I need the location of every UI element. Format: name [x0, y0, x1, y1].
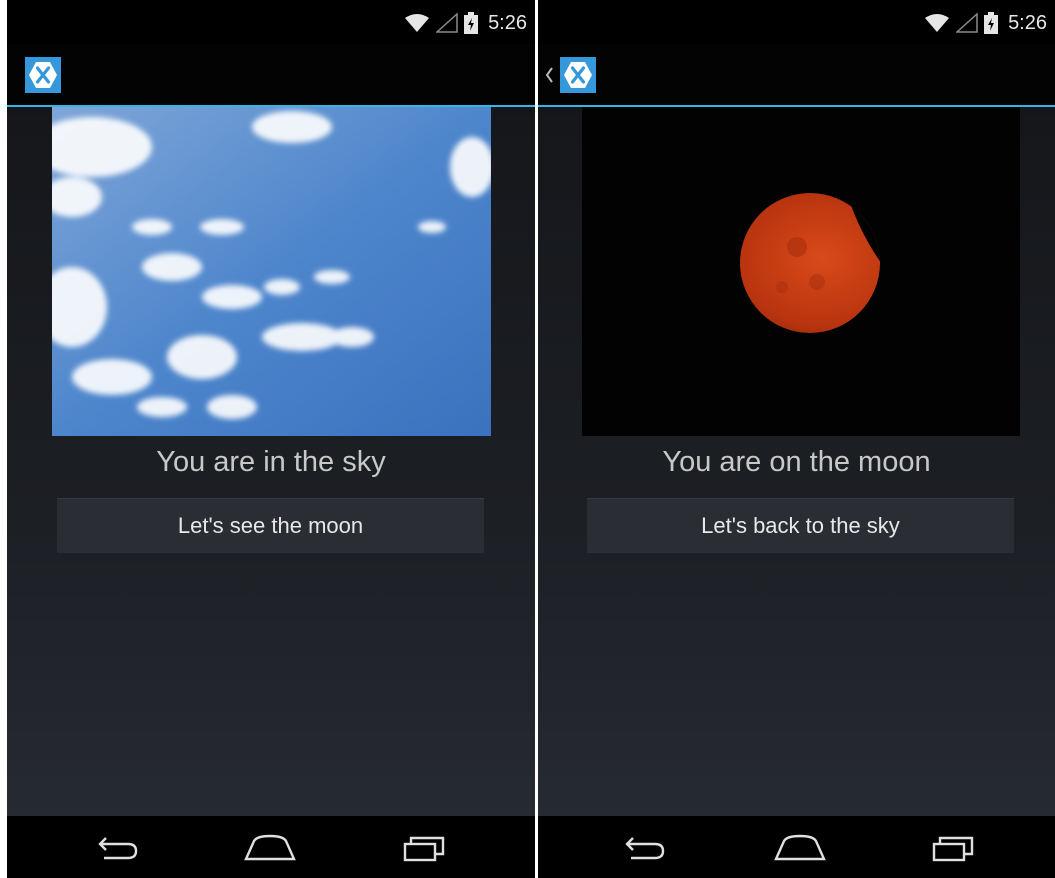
battery-icon: [464, 12, 479, 34]
signal-icon: [956, 13, 978, 33]
back-icon[interactable]: [614, 830, 674, 864]
recents-icon[interactable]: [923, 830, 983, 864]
action-bar: [7, 44, 535, 107]
see-moon-button[interactable]: Let's see the moon: [57, 498, 484, 553]
status-bar: 5:26: [538, 0, 1055, 44]
wifi-icon: [405, 14, 430, 32]
navigation-bar: [7, 816, 535, 878]
status-bar: 5:26: [7, 0, 535, 44]
navigation-bar: [538, 816, 1055, 878]
status-time: 5:26: [1008, 11, 1047, 34]
recents-icon[interactable]: [394, 830, 454, 864]
up-caret-icon[interactable]: [544, 66, 554, 84]
sky-photo: [52, 107, 491, 436]
page-caption: You are in the sky: [156, 446, 386, 478]
home-icon[interactable]: [240, 830, 300, 864]
moon-screen: 5:26 You are on the moon Let's back to t…: [538, 0, 1055, 878]
moon-photo: [582, 107, 1020, 436]
signal-icon: [436, 13, 458, 33]
sky-screen: 5:26 You are in the sky Let's see the mo…: [7, 0, 535, 878]
back-to-sky-button[interactable]: Let's back to the sky: [587, 498, 1014, 553]
action-bar: [538, 44, 1055, 107]
back-icon[interactable]: [87, 830, 147, 864]
status-time: 5:26: [488, 11, 527, 34]
xamarin-logo-icon[interactable]: [560, 57, 596, 93]
wifi-icon: [925, 14, 950, 32]
xamarin-logo-icon[interactable]: [25, 57, 61, 93]
home-icon[interactable]: [770, 830, 830, 864]
battery-icon: [984, 12, 999, 34]
page-caption: You are on the moon: [662, 446, 931, 478]
